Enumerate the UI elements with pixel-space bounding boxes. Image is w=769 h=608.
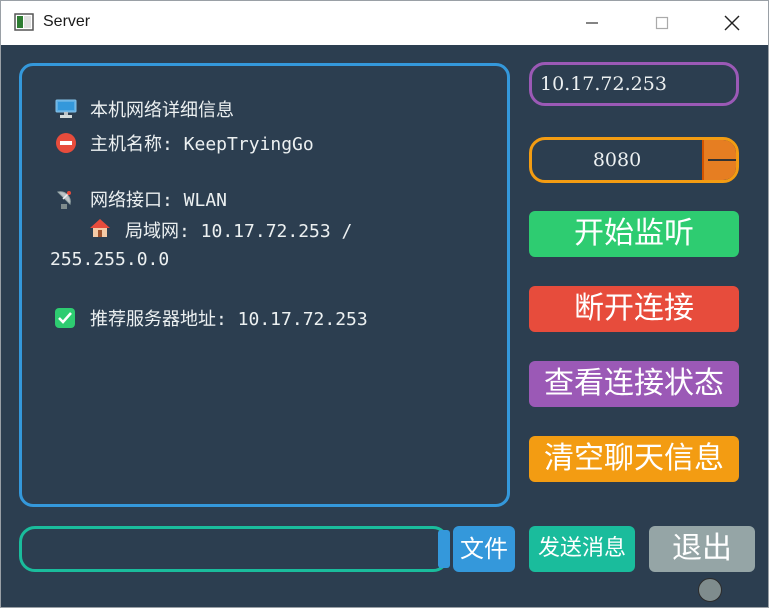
network-info-panel: 本机网络详细信息 主机名称: KeepTryingGo 网络接口: WLAN 局… [19,63,510,507]
computer-icon [55,99,77,123]
check-mark-icon [54,307,76,333]
satellite-antenna-icon [55,188,75,214]
minimize-button[interactable] [569,1,615,45]
window-title: Server [43,13,91,30]
close-button[interactable] [709,1,755,45]
send-message-button[interactable]: 发送消息 [529,526,635,572]
close-icon [724,15,740,31]
no-entry-icon [55,132,77,158]
server-window: Server 本机网络详细信息 主机名称: KeepTryingGo 网络接口:… [0,0,769,608]
ip-address-input[interactable]: 10.17.72.253 [529,62,739,106]
port-value[interactable]: 8080 [532,140,702,180]
port-spinbox[interactable]: 8080 [529,137,739,183]
disconnect-button[interactable]: 断开连接 [529,286,739,332]
start-listen-button[interactable]: 开始监听 [529,211,739,257]
connection-status-button[interactable]: 查看连接状态 [529,361,739,407]
lan-text-line2: 255.255.0.0 [50,249,170,270]
house-icon [89,217,111,243]
title-bar[interactable]: Server [1,1,768,45]
drag-handle[interactable] [698,578,722,602]
hostname-text: 主机名称: KeepTryingGo [90,134,314,155]
maximize-icon [655,16,669,30]
minimize-icon [586,22,598,24]
port-spin-button[interactable] [702,140,736,180]
file-button[interactable]: 文件 [453,526,515,572]
info-heading: 本机网络详细信息 [90,100,234,121]
input-edge-handle [438,530,450,568]
clear-chat-button[interactable]: 清空聊天信息 [529,436,739,482]
spin-divider-icon [708,159,736,161]
message-input[interactable] [19,526,449,572]
exit-button[interactable]: 退出 [649,526,755,572]
app-icon [14,13,34,31]
lan-text-line1: 局域网: 10.17.72.253 / [125,221,353,242]
maximize-button[interactable] [639,1,685,45]
recommended-address-text: 推荐服务器地址: 10.17.72.253 [90,309,368,330]
interface-text: 网络接口: WLAN [90,190,228,211]
